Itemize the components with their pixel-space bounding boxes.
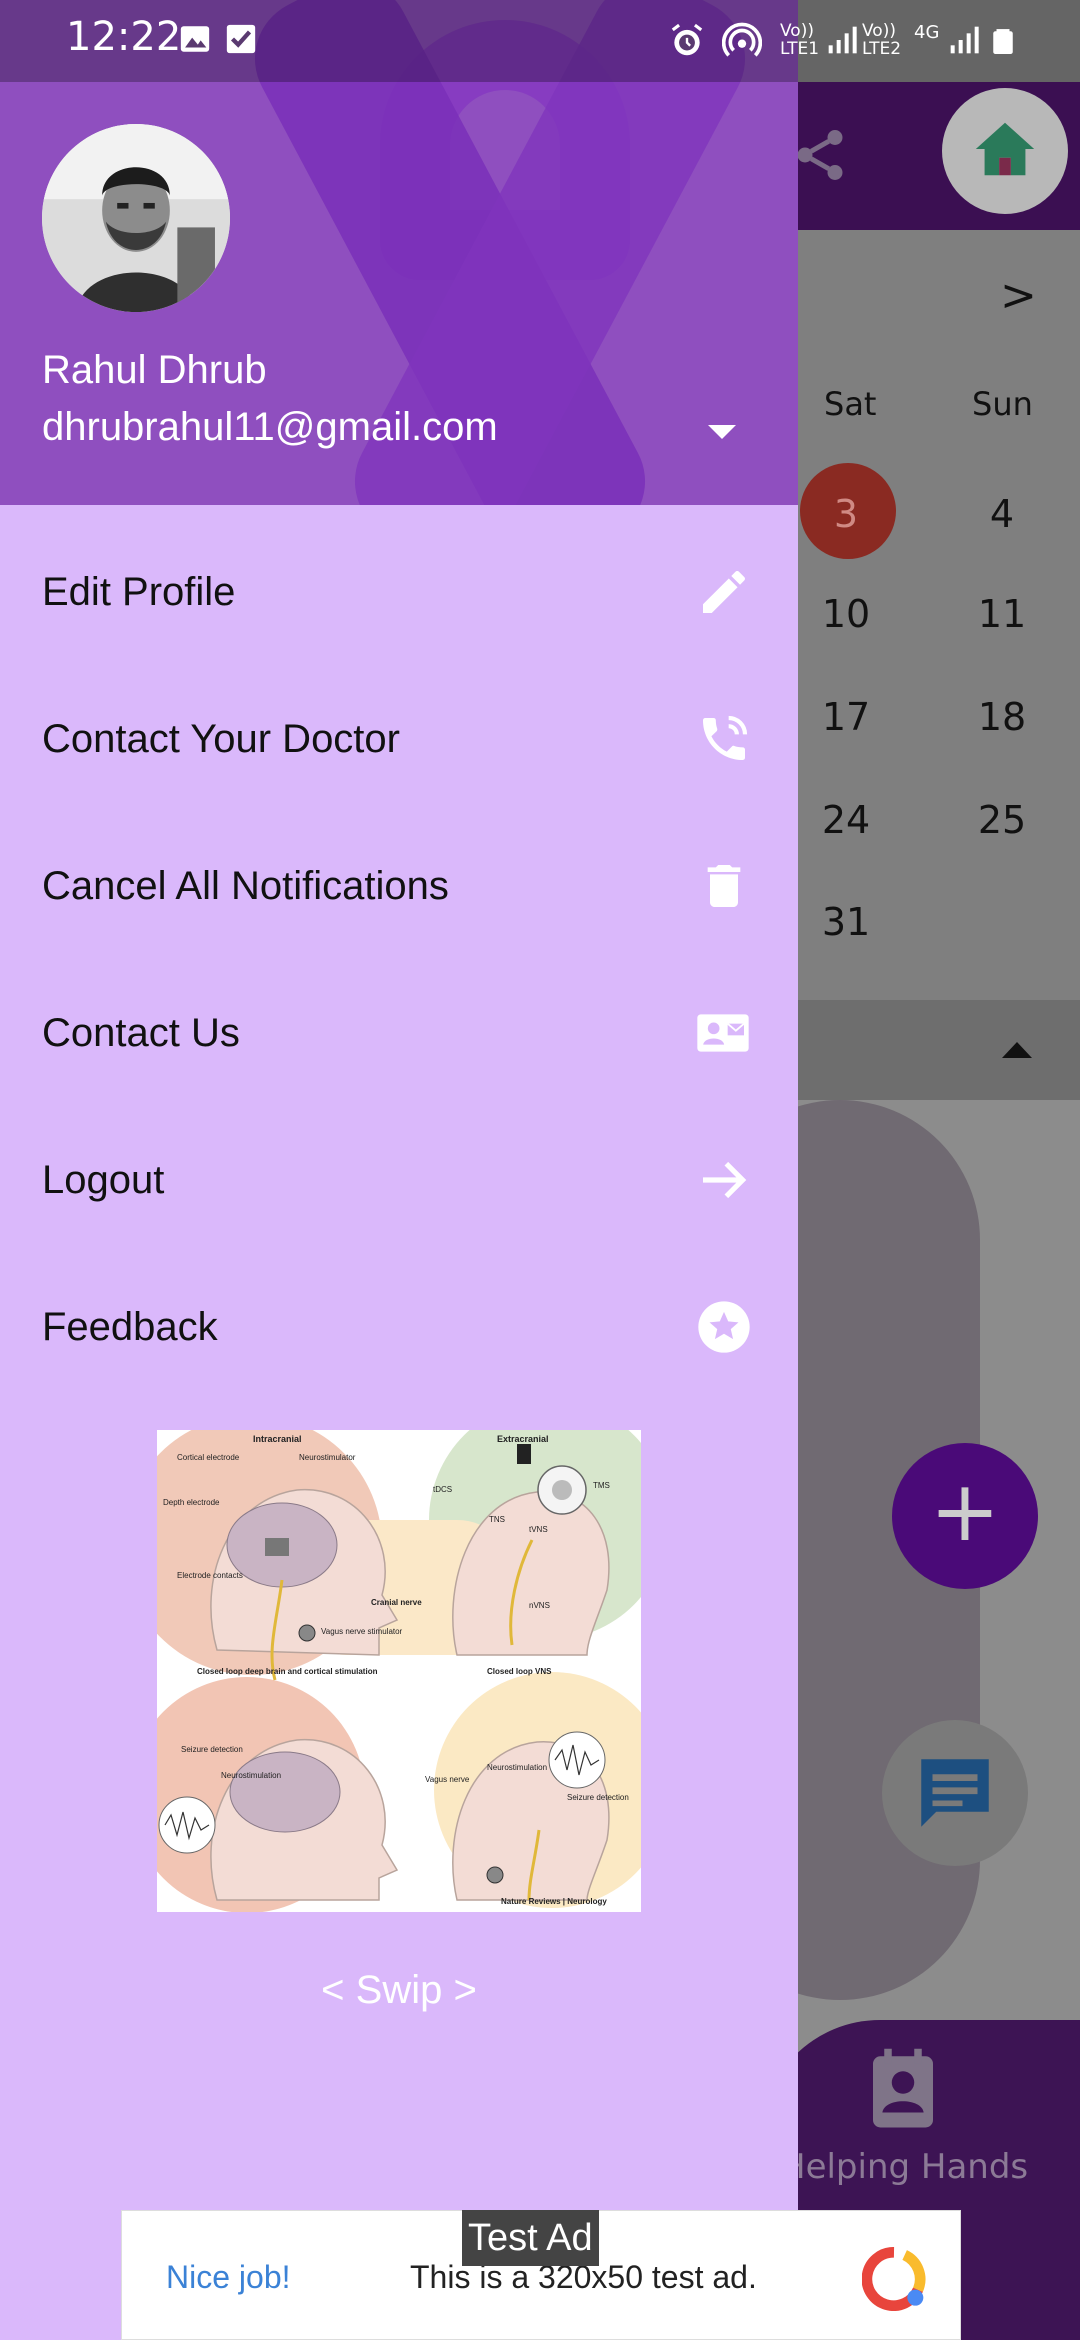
ad-headline: Nice job! — [166, 2259, 291, 2295]
home-icon — [975, 122, 1035, 176]
alarm-icon — [671, 23, 703, 56]
figure-label-tns: TNS — [489, 1515, 505, 1524]
menu-item-feedback[interactable]: Feedback — [0, 1261, 798, 1408]
signal-icon — [828, 26, 857, 54]
figure-label-cranial-nerve: Cranial nerve — [371, 1598, 422, 1607]
next-month-icon[interactable]: > — [1000, 270, 1037, 321]
arrow-right-icon — [703, 1161, 747, 1199]
battery-icon — [993, 29, 1013, 54]
pencil-icon — [703, 570, 746, 613]
figure-label-vagus-nerve-stimulator: Vagus nerve stimulator — [321, 1627, 403, 1636]
calendar-day[interactable]: 31 — [806, 900, 886, 944]
menu-item-label: Logout — [42, 1158, 165, 1202]
contact-card-icon — [697, 1014, 749, 1052]
figure-label-closed-loop-vns: Closed loop VNS — [487, 1667, 552, 1676]
menu-item-contact-us[interactable]: Contact Us — [0, 967, 798, 1114]
bottom-nav-label: Helping Hands — [780, 2147, 1029, 2187]
home-button[interactable] — [942, 88, 1068, 214]
menu-item-label: Cancel All Notifications — [42, 864, 449, 908]
figure-label-electrode-contacts: Electrode contacts — [177, 1571, 243, 1580]
plus-icon: + — [929, 1462, 1001, 1560]
menu-item-logout[interactable]: Logout — [0, 1114, 798, 1261]
figure-label-seizure-detection: Seizure detection — [567, 1793, 629, 1802]
user-name: Rahul Dhrub — [42, 348, 267, 392]
calendar-day[interactable]: 11 — [962, 592, 1042, 636]
hotspot-icon — [722, 22, 762, 57]
figure-label-seizure-detection: Seizure detection — [181, 1745, 243, 1754]
chat-icon — [921, 1759, 989, 1827]
menu-item-contact-doctor[interactable]: Contact Your Doctor — [0, 673, 798, 820]
menu-item-label: Contact Your Doctor — [42, 717, 400, 761]
signal-icon — [950, 26, 979, 54]
trash-icon — [707, 865, 741, 907]
add-fab-button[interactable]: + — [892, 1443, 1038, 1589]
calendar-day[interactable]: 18 — [962, 695, 1042, 739]
figure-label-tvns: tVNS — [529, 1525, 548, 1534]
menu-item-cancel-notifications[interactable]: Cancel All Notifications — [0, 820, 798, 967]
caret-up-icon — [1002, 1042, 1032, 1058]
day-header-sun: Sun — [972, 385, 1033, 423]
figure-credit: Nature Reviews | Neurology — [501, 1897, 607, 1906]
figure-label-nvns: nVNS — [529, 1601, 550, 1610]
network-type: 4G — [914, 22, 940, 43]
sim2-label: Vo)) LTE2 — [862, 21, 902, 59]
chat-button[interactable] — [882, 1720, 1028, 1866]
menu-item-label: Contact Us — [42, 1011, 240, 1055]
status-bar: 12:22 Vo)) LTE1 Vo)) LTE2 4G — [0, 0, 1080, 82]
calendar-day[interactable]: 25 — [962, 798, 1042, 842]
calendar-day[interactable]: 17 — [806, 695, 886, 739]
menu-item-edit-profile[interactable]: Edit Profile — [0, 526, 798, 673]
calendar-day[interactable]: 24 — [806, 798, 886, 842]
avatar-photo — [42, 124, 230, 312]
ad-logo-icon — [862, 2247, 926, 2311]
figure-label-neurostimulation: Neurostimulation — [221, 1771, 281, 1780]
status-time: 12:22 — [66, 14, 182, 60]
calendar-day[interactable]: 4 — [962, 492, 1042, 536]
gallery-icon — [180, 26, 210, 52]
phone-call-icon — [703, 715, 748, 760]
contact-book-icon[interactable] — [858, 2040, 948, 2140]
figure-label-neurostimulation: Neurostimulation — [487, 1763, 547, 1772]
figure-graphic: Intracranial Extracranial Cortical elect… — [157, 1430, 641, 1912]
figure-label-tms: TMS — [593, 1481, 610, 1490]
avatar[interactable] — [42, 124, 230, 312]
star-circle-icon — [698, 1301, 750, 1353]
day-header-sat: Sat — [824, 385, 877, 423]
sim1-label: Vo)) LTE1 — [780, 21, 820, 59]
figure-label-intracranial: Intracranial — [253, 1434, 302, 1444]
menu-item-label: Feedback — [42, 1305, 218, 1349]
figure-label-depth-electrode: Depth electrode — [163, 1498, 220, 1507]
test-ad-badge: Test Ad — [462, 2210, 599, 2266]
figure-label-cortical-electrode: Cortical electrode — [177, 1453, 240, 1462]
account-dropdown-icon[interactable] — [708, 425, 736, 439]
swipe-hint[interactable]: < Swip > — [0, 1968, 798, 2013]
user-email: dhrubrahul11@gmail.com — [42, 405, 498, 449]
figure-label-vagus-nerve: Vagus nerve — [425, 1775, 470, 1784]
figure-label-extracranial: Extracranial — [497, 1434, 549, 1444]
menu-item-label: Edit Profile — [42, 570, 236, 614]
navigation-drawer: Rahul Dhrub dhrubrahul11@gmail.com Edit … — [0, 0, 798, 2340]
calendar-day[interactable]: 10 — [806, 592, 886, 636]
calendar-day[interactable]: 3 — [806, 492, 886, 536]
figure-label-closed-loop-dbs: Closed loop deep brain and cortical stim… — [197, 1667, 378, 1676]
figure-label-tdcs: tDCS — [433, 1485, 452, 1494]
neurostimulation-figure[interactable]: Intracranial Extracranial Cortical elect… — [157, 1430, 641, 1912]
figure-label-neurostimulator: Neurostimulator — [299, 1453, 356, 1462]
checkbox-icon — [226, 24, 256, 54]
share-icon[interactable] — [790, 125, 850, 185]
